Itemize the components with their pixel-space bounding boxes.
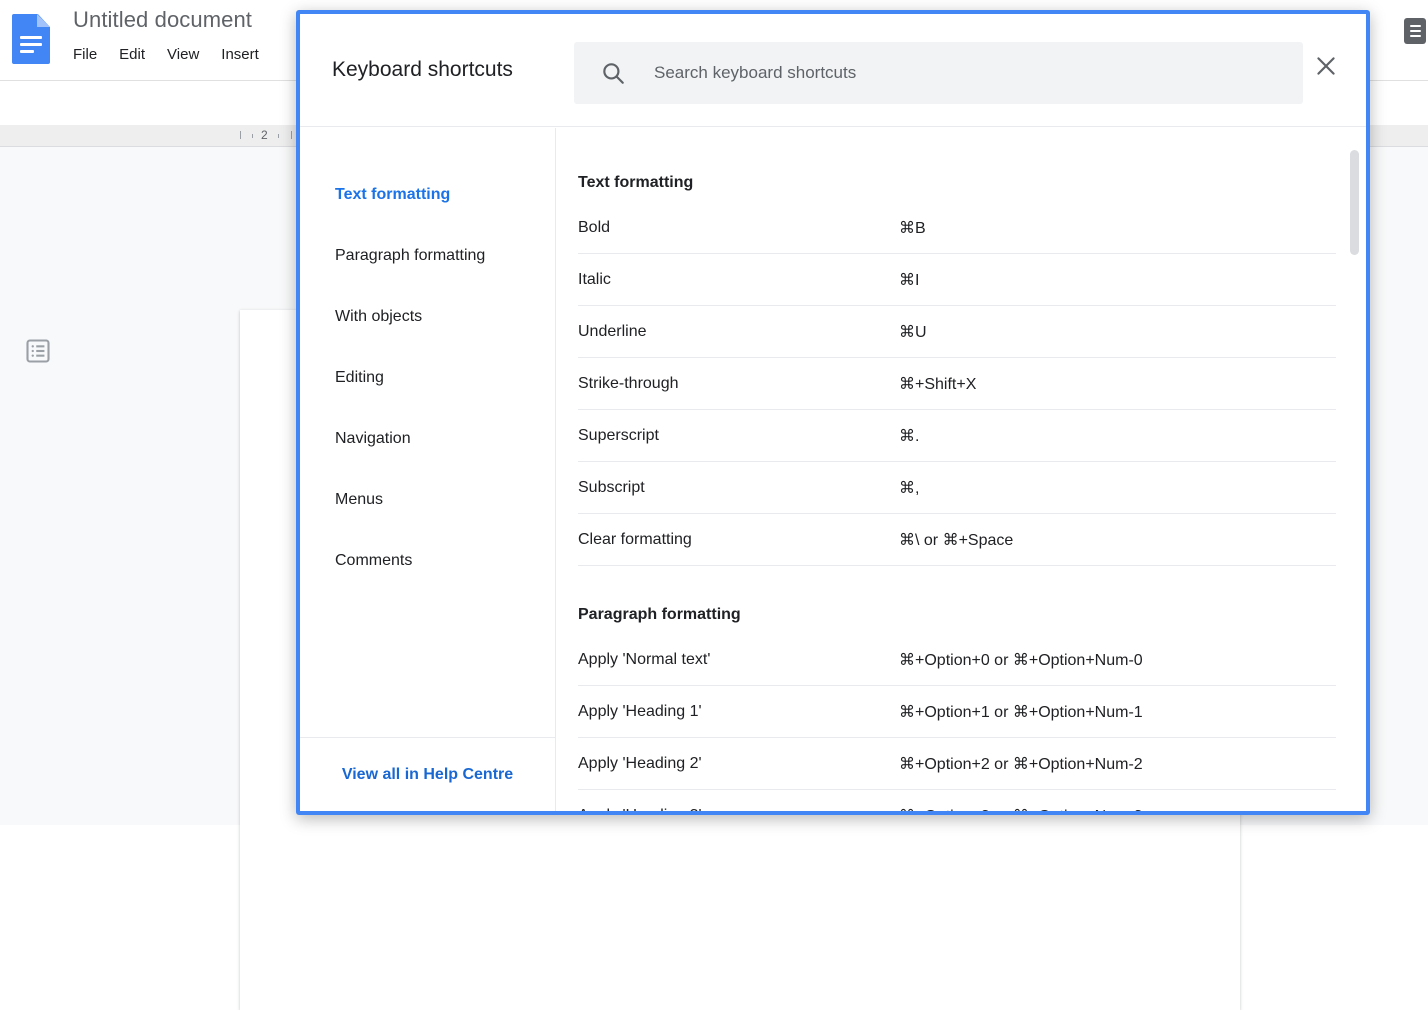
shortcut-name: Apply 'Heading 2' [578, 755, 899, 773]
shortcut-name: Apply 'Heading 3' [578, 807, 899, 812]
menu-item-view[interactable]: View [167, 46, 199, 63]
menu-item-insert[interactable]: Insert [221, 46, 259, 63]
shortcut-keys: ⌘+Shift+X [899, 374, 976, 394]
shortcut-name: Strike-through [578, 375, 899, 393]
shortcut-name: Underline [578, 323, 899, 341]
menu-bar: File Edit View Insert [73, 46, 259, 63]
shortcut-keys: ⌘I [899, 270, 919, 290]
table-row: Italic ⌘I [578, 254, 1336, 306]
sidebar-list: Text formatting Paragraph formatting Wit… [300, 128, 555, 591]
document-outline-icon[interactable] [24, 337, 52, 365]
search-box[interactable] [574, 42, 1303, 104]
section-title-text-formatting: Text formatting [578, 174, 1366, 202]
dialog-header: Keyboard shortcuts [300, 14, 1366, 127]
shortcut-keys: ⌘+Option+2 or ⌘+Option+Num-2 [899, 754, 1143, 774]
sidebar-item-editing[interactable]: Editing [300, 347, 555, 408]
google-docs-logo[interactable] [12, 14, 50, 64]
table-row: Strike-through ⌘+Shift+X [578, 358, 1336, 410]
sidebar-item-navigation[interactable]: Navigation [300, 408, 555, 469]
shortcut-name: Subscript [578, 479, 899, 497]
close-button[interactable] [1308, 48, 1344, 84]
keyboard-shortcuts-dialog: Keyboard shortcuts Text formatting Parag… [296, 10, 1370, 815]
menu-item-file[interactable]: File [73, 46, 97, 63]
table-row: Subscript ⌘, [578, 462, 1336, 514]
table-row: Clear formatting ⌘\ or ⌘+Space [578, 514, 1336, 566]
dialog-sidebar: Text formatting Paragraph formatting Wit… [300, 128, 556, 811]
sidebar-item-text-formatting[interactable]: Text formatting [300, 164, 555, 225]
shortcut-keys: ⌘U [899, 322, 927, 342]
table-row: Apply 'Normal text' ⌘+Option+0 or ⌘+Opti… [578, 634, 1336, 686]
search-icon [600, 60, 626, 86]
search-input[interactable] [654, 63, 1254, 83]
sidebar-item-comments[interactable]: Comments [300, 530, 555, 591]
table-row: Superscript ⌘. [578, 410, 1336, 462]
scrollbar-thumb[interactable] [1350, 150, 1359, 255]
sidebar-item-menus[interactable]: Menus [300, 469, 555, 530]
shortcut-name: Superscript [578, 427, 899, 445]
dialog-body: Text formatting Paragraph formatting Wit… [300, 128, 1366, 811]
sidebar-item-paragraph-formatting[interactable]: Paragraph formatting [300, 225, 555, 286]
sidebar-item-with-objects[interactable]: With objects [300, 286, 555, 347]
docs-outline-icon[interactable] [1404, 18, 1426, 44]
section-title-paragraph-formatting: Paragraph formatting [578, 606, 1366, 634]
dialog-title: Keyboard shortcuts [332, 58, 513, 82]
table-row: Apply 'Heading 2' ⌘+Option+2 or ⌘+Option… [578, 738, 1336, 790]
shortcut-name: Bold [578, 219, 899, 237]
table-row: Apply 'Heading 1' ⌘+Option+1 or ⌘+Option… [578, 686, 1336, 738]
table-row: Underline ⌘U [578, 306, 1336, 358]
ruler-marker: 2 [261, 128, 268, 142]
shortcut-keys: ⌘+Option+0 or ⌘+Option+Num-0 [899, 650, 1143, 670]
shortcut-keys: ⌘+Option+1 or ⌘+Option+Num-1 [899, 702, 1143, 722]
menu-item-edit[interactable]: Edit [119, 46, 145, 63]
sidebar-footer: View all in Help Centre [300, 737, 555, 811]
shortcut-keys: ⌘. [899, 426, 919, 446]
shortcut-keys: ⌘B [899, 218, 926, 238]
shortcut-name: Apply 'Heading 1' [578, 703, 899, 721]
shortcut-keys: ⌘\ or ⌘+Space [899, 530, 1013, 550]
table-row: Apply 'Heading 3' ⌘+Option+3 or ⌘+Option… [578, 790, 1336, 811]
content-scroll-area: Text formatting Bold ⌘B Italic ⌘I Underl… [556, 128, 1366, 811]
document-title[interactable]: Untitled document [73, 7, 252, 33]
shortcut-keys: ⌘, [899, 478, 919, 498]
shortcut-name: Clear formatting [578, 531, 899, 549]
shortcut-keys: ⌘+Option+3 or ⌘+Option+Num-3 [899, 806, 1143, 812]
content-scrollbar[interactable] [1350, 150, 1359, 770]
dialog-content: Text formatting Bold ⌘B Italic ⌘I Underl… [556, 128, 1366, 811]
view-all-help-centre-link[interactable]: View all in Help Centre [342, 766, 513, 784]
shortcut-name: Italic [578, 271, 899, 289]
shortcut-name: Apply 'Normal text' [578, 651, 899, 669]
close-icon [1313, 53, 1339, 79]
table-row: Bold ⌘B [578, 202, 1336, 254]
